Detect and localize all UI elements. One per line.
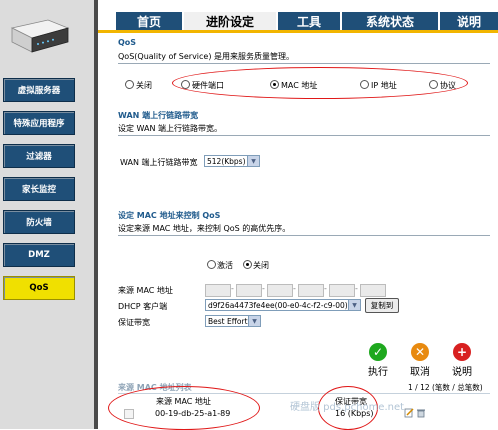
sidebar-item-virtual-server[interactable]: 虚拟服务器 <box>3 78 75 102</box>
tab-tools[interactable]: 工具 <box>278 12 342 30</box>
qos-description: QoS(Quality of Service) 是用来服务质量管理。 <box>118 52 295 61</box>
watermark: 硬盘版 pds.pchome.net <box>290 402 405 413</box>
mac-qos-section-title: 设定 MAC 地址来控制 QoS <box>118 211 221 220</box>
highlight-ellipse <box>172 67 468 99</box>
sidebar-item-firewall[interactable]: 防火墙 <box>3 210 75 234</box>
apply-button[interactable]: ✓ 执行 <box>363 343 393 378</box>
qos-radio-off[interactable] <box>125 80 134 89</box>
help-button[interactable]: + 说明 <box>447 343 477 378</box>
mac-octet-input-4[interactable] <box>298 284 324 297</box>
dhcp-client-value: d9f26a4473fe4ee(00-e0-4c-f2-c9-00) <box>208 300 348 310</box>
sidebar-item-special-apps[interactable]: 特殊应用程序 <box>3 111 75 135</box>
mac-qos-disable-label: 关闭 <box>253 261 269 270</box>
copy-to-button[interactable]: 复制到 <box>365 298 399 313</box>
help-label: 说明 <box>452 367 472 378</box>
wan-section-title: WAN 端上行链路带宽 <box>118 111 199 120</box>
sidebar-item-filters[interactable]: 过滤器 <box>3 144 75 168</box>
sidebar: 虚拟服务器 特殊应用程序 过滤器 家长监控 防火墙 DMZ QoS <box>0 0 98 429</box>
mac-dash: - <box>355 284 358 293</box>
edit-icon[interactable] <box>404 408 414 418</box>
mac-qos-subtitle: 设定来源 MAC 地址，来控制 QoS 的高优先序。 <box>118 224 291 233</box>
chevron-down-icon: ▼ <box>348 300 360 310</box>
tab-separator <box>98 30 498 33</box>
mac-octet-input-6[interactable] <box>360 284 386 297</box>
qos-section-title: QoS <box>118 38 137 47</box>
mac-dash: - <box>262 284 265 293</box>
mac-qos-disable-radio[interactable] <box>243 260 252 269</box>
apply-label: 执行 <box>368 367 388 378</box>
guaranteed-bandwidth-value: Best Effort <box>208 316 248 326</box>
qos-option-label: 关闭 <box>136 81 152 90</box>
source-mac-label: 来源 MAC 地址 <box>118 286 173 295</box>
guaranteed-bandwidth-select[interactable]: Best Effort ▼ <box>205 315 261 327</box>
tab-advanced[interactable]: 进阶设定 <box>184 12 278 30</box>
dhcp-client-label: DHCP 客户端 <box>118 302 168 311</box>
sidebar-item-parental-control[interactable]: 家长监控 <box>3 177 75 201</box>
tab-status[interactable]: 系统状态 <box>342 12 440 30</box>
wan-bandwidth-select[interactable]: 512(Kbps) ▼ <box>204 155 260 167</box>
mac-qos-enable-label: 激活 <box>217 261 233 270</box>
mac-list-paging: 1 / 12 (笔数 / 总笔数) <box>408 383 483 392</box>
top-tab-bar: 首页 进阶设定 工具 系统状态 说明 <box>98 0 498 30</box>
divider <box>118 235 490 236</box>
chevron-down-icon: ▼ <box>248 316 260 326</box>
mac-octet-input-1[interactable] <box>205 284 231 297</box>
wan-bandwidth-value: 512(Kbps) <box>207 156 246 166</box>
highlight-ellipse <box>108 386 260 430</box>
wan-bandwidth-label: WAN 端上行链路带宽 <box>120 158 198 167</box>
sidebar-divider <box>94 0 98 429</box>
plus-icon: + <box>453 343 471 361</box>
mac-octet-input-5[interactable] <box>329 284 355 297</box>
mac-octet-input-2[interactable] <box>236 284 262 297</box>
divider <box>118 63 490 64</box>
mac-dash: - <box>231 284 234 293</box>
mac-dash: - <box>293 284 296 293</box>
tab-home[interactable]: 首页 <box>116 12 184 30</box>
sidebar-item-dmz[interactable]: DMZ <box>3 243 75 267</box>
cancel-x-icon: ✕ <box>411 343 429 361</box>
divider <box>118 135 490 136</box>
tab-help[interactable]: 说明 <box>440 12 498 30</box>
check-icon: ✓ <box>369 343 387 361</box>
trash-icon[interactable] <box>416 408 426 418</box>
router-device-image <box>10 19 70 53</box>
cancel-label: 取消 <box>410 367 430 378</box>
sidebar-item-qos[interactable]: QoS <box>3 276 75 300</box>
dhcp-client-select[interactable]: d9f26a4473fe4ee(00-e0-4c-f2-c9-00) ▼ <box>205 299 361 311</box>
mac-octet-input-3[interactable] <box>267 284 293 297</box>
guaranteed-bandwidth-label: 保证带宽 <box>118 318 150 327</box>
mac-qos-enable-radio[interactable] <box>207 260 216 269</box>
chevron-down-icon: ▼ <box>247 156 259 166</box>
cancel-button[interactable]: ✕ 取消 <box>405 343 435 378</box>
wan-subtitle: 设定 WAN 端上行链路带宽。 <box>118 124 223 133</box>
mac-dash: - <box>324 284 327 293</box>
